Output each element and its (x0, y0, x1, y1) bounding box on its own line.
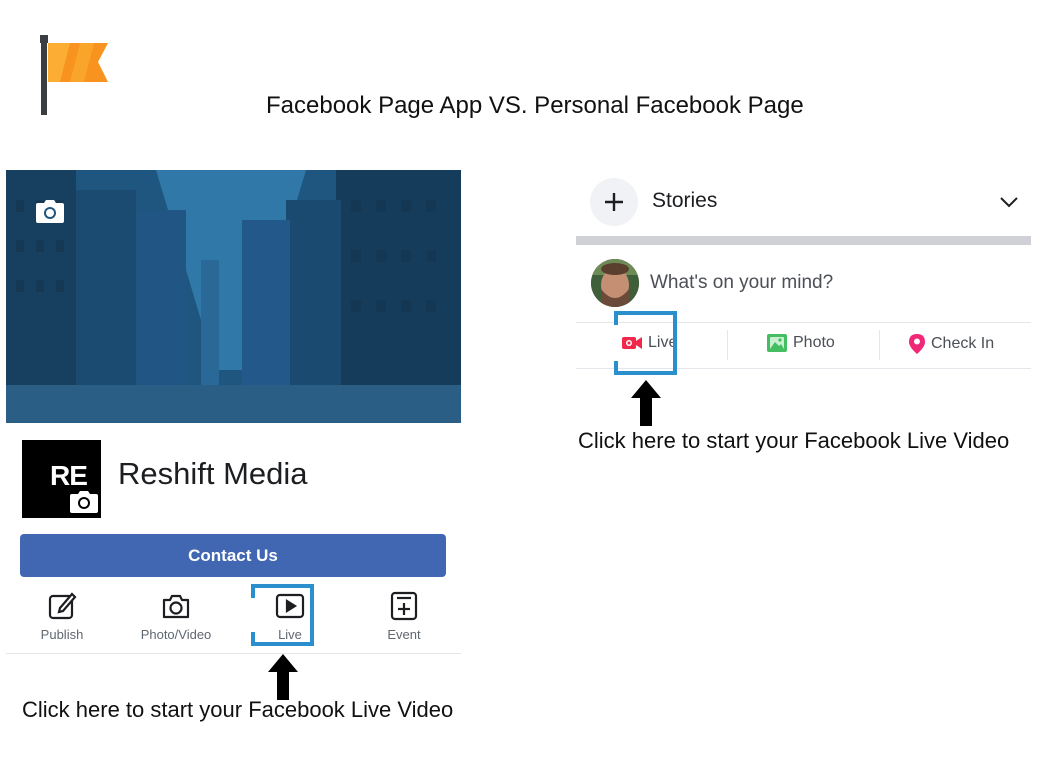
avatar[interactable] (591, 259, 639, 307)
photo-button[interactable]: Photo (767, 334, 835, 352)
publish-label: Publish (40, 627, 84, 642)
profile-picture[interactable]: RE (22, 440, 101, 518)
check-in-button[interactable]: Check In (909, 334, 994, 354)
divider (879, 330, 880, 360)
cover-photo (6, 170, 461, 423)
page-name: Reshift Media (118, 456, 308, 491)
plus-icon (605, 193, 623, 211)
pages-flag-icon (30, 33, 120, 118)
arrow-up-icon (268, 654, 298, 700)
edit-icon (48, 592, 77, 620)
publish-button[interactable]: Publish (7, 590, 117, 642)
profile-camera-icon[interactable] (68, 486, 100, 516)
section-separator (576, 236, 1031, 245)
photo-video-label: Photo/Video (140, 627, 212, 642)
chevron-down-icon[interactable] (999, 195, 1019, 209)
add-event-icon (390, 591, 418, 621)
camera-icon (162, 594, 190, 619)
personal-page-caption: Click here to start your Facebook Live V… (578, 428, 1010, 453)
photo-label: Photo (793, 334, 835, 351)
location-pin-icon (909, 334, 925, 354)
live-highlight-box (251, 584, 314, 646)
divider (727, 330, 728, 360)
contact-us-button[interactable]: Contact Us (20, 534, 446, 577)
event-label: Event (387, 627, 421, 642)
live-highlight-box (614, 311, 677, 375)
status-composer-input[interactable]: What's on your mind? (650, 272, 833, 294)
stories-label: Stories (652, 189, 718, 212)
event-button[interactable]: Event (349, 590, 459, 642)
cover-camera-icon[interactable] (34, 197, 66, 225)
add-story-button[interactable] (590, 178, 638, 226)
pages-app-caption: Click here to start your Facebook Live V… (22, 697, 454, 722)
page-title: Facebook Page App VS. Personal Facebook … (266, 92, 804, 119)
arrow-up-icon (631, 380, 661, 426)
check-in-label: Check In (931, 335, 995, 352)
photo-video-button[interactable]: Photo/Video (121, 590, 231, 642)
photo-icon (767, 334, 787, 352)
divider (6, 653, 461, 654)
